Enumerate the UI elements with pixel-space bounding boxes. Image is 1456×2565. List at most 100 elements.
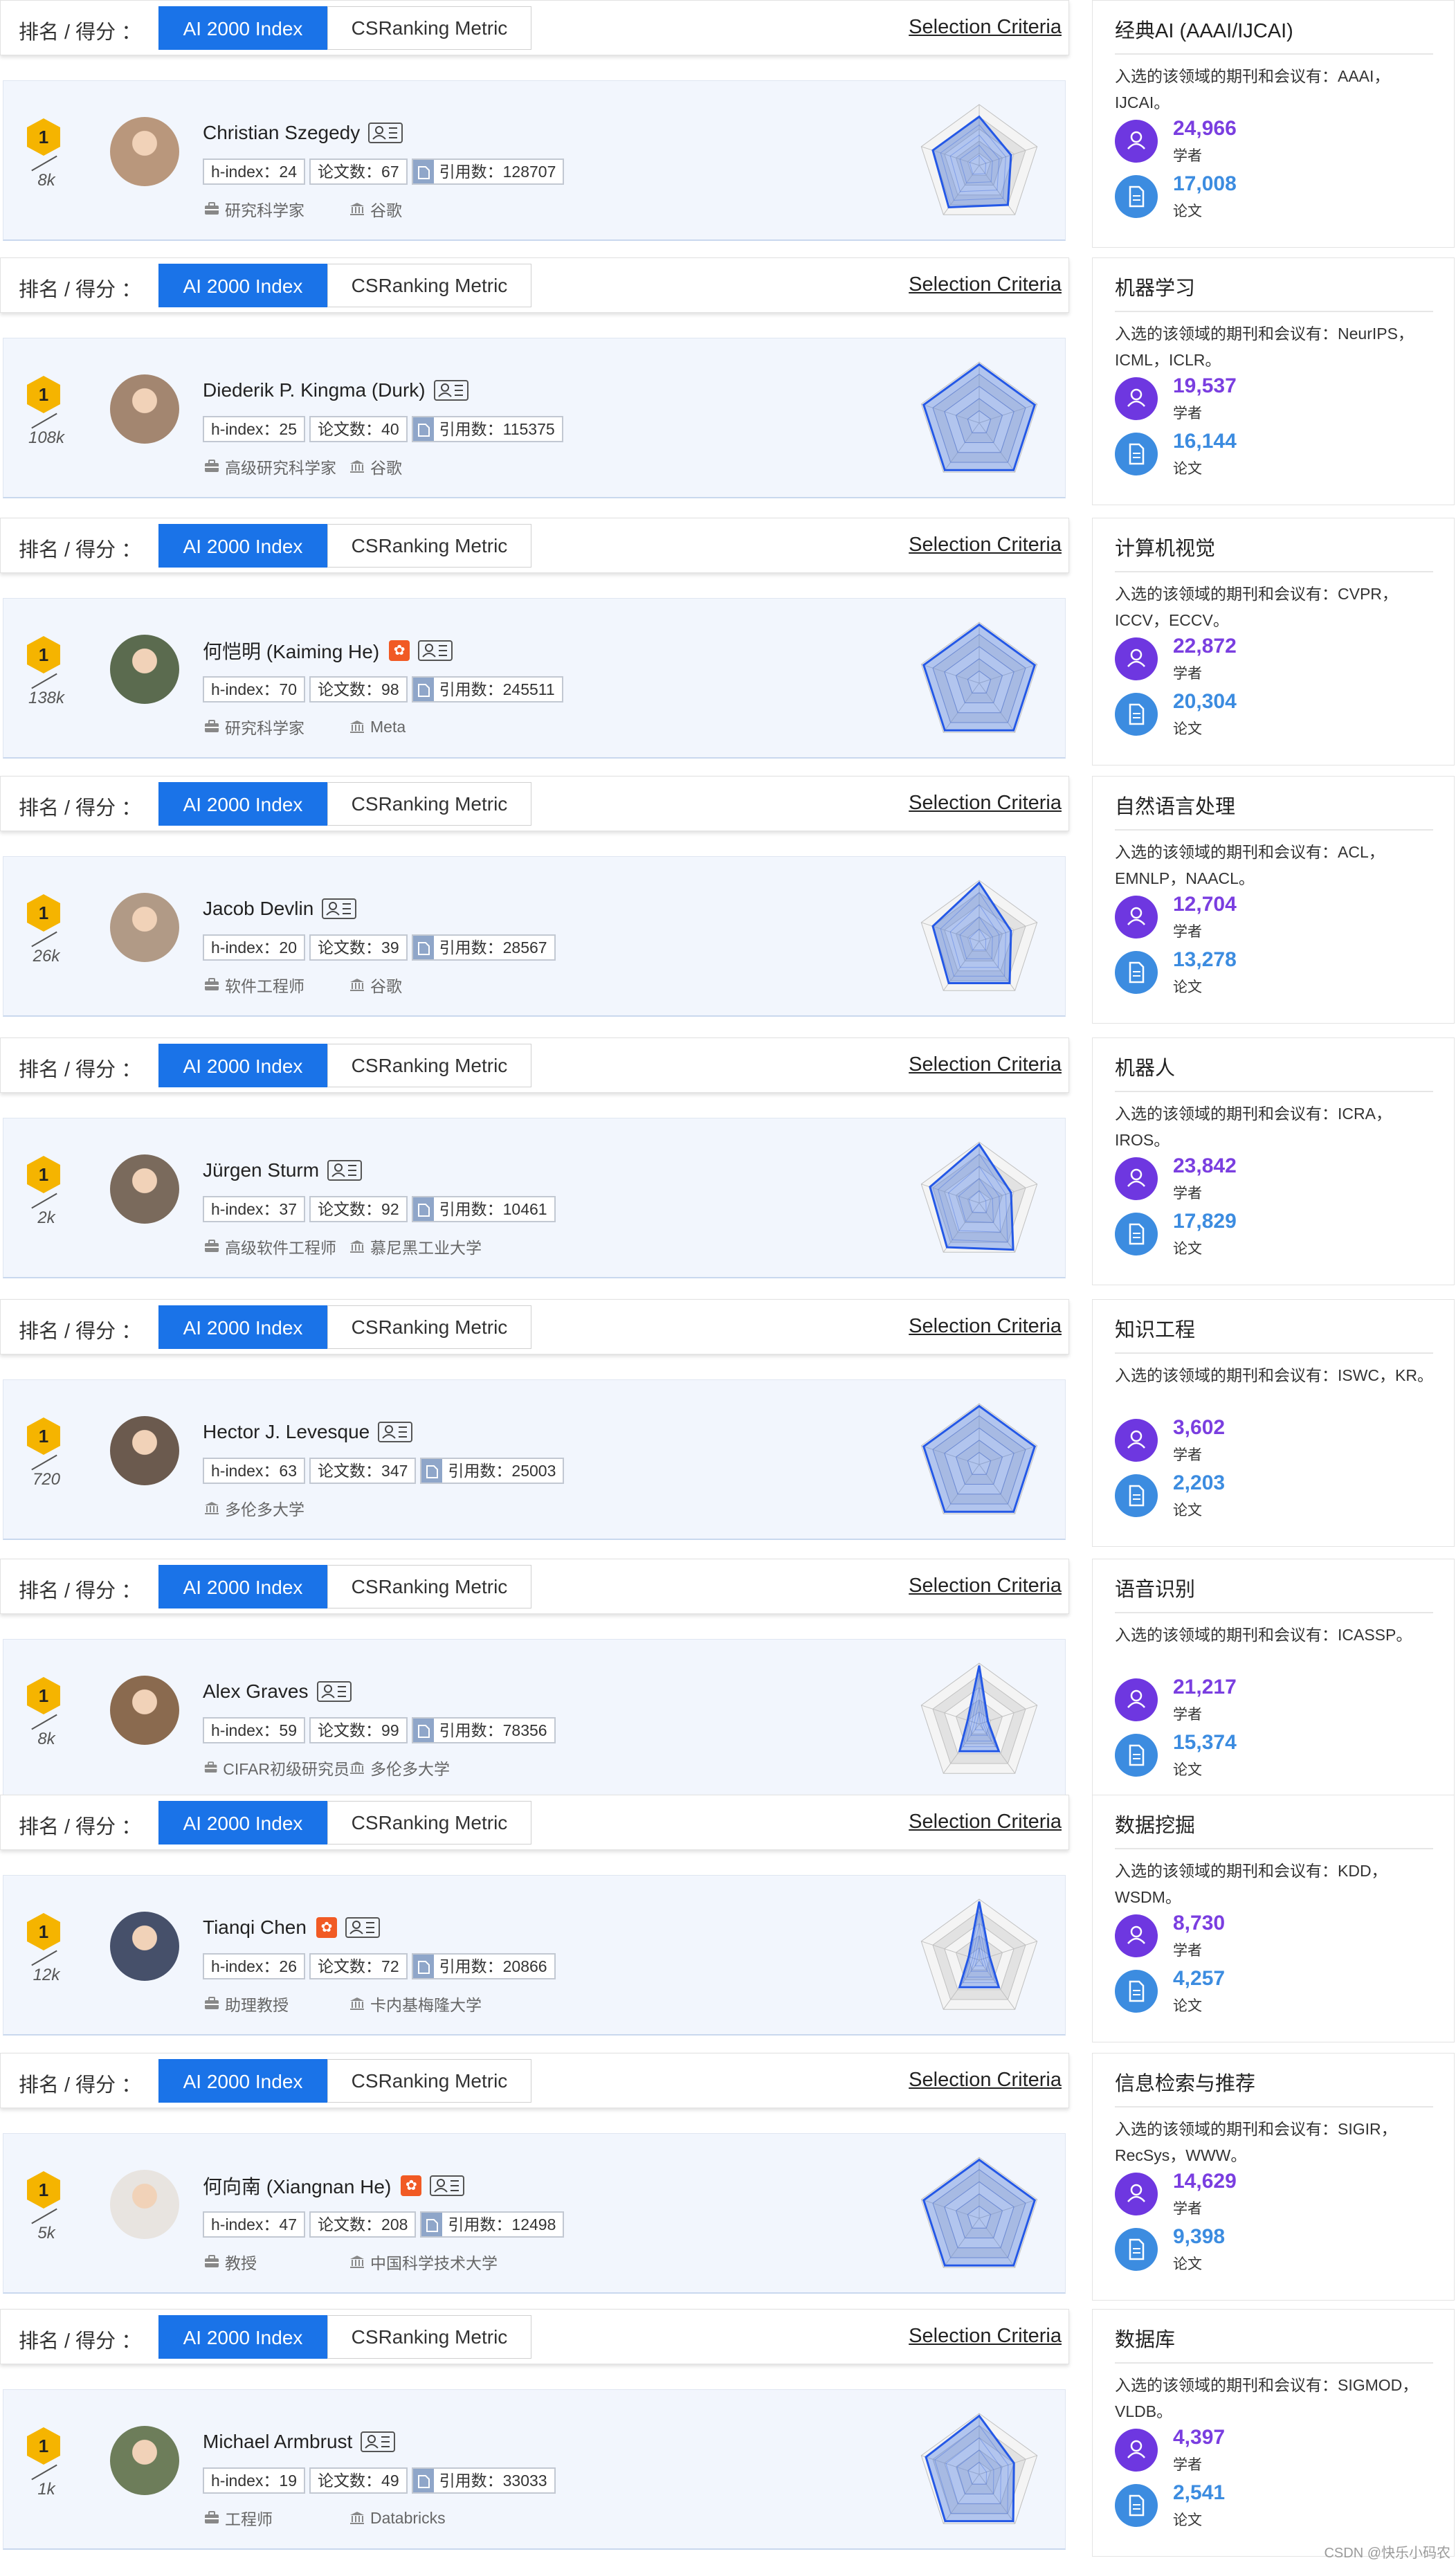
profile-card-icon[interactable]	[361, 2431, 396, 2452]
tab-csranking-metric[interactable]: CSRanking Metric	[327, 6, 531, 50]
profile-card-icon[interactable]	[316, 1681, 352, 1702]
tab-ai2000-index[interactable]: AI 2000 Index	[158, 1305, 327, 1349]
profile-card-icon[interactable]	[327, 1160, 363, 1181]
avatar[interactable]	[110, 893, 179, 962]
scholar-name[interactable]: 何向南 (Xiangnan He)	[203, 2172, 391, 2200]
scholar-name[interactable]: Michael Armbrust	[203, 2431, 352, 2453]
domain-card[interactable]: 机器学习 入选的该领域的期刊和会议有：NeurIPS，ICML，ICLR。 19,5…	[1092, 257, 1455, 505]
avatar[interactable]	[110, 635, 179, 704]
scholar-name[interactable]: 何恺明 (Kaiming He)	[203, 637, 379, 664]
tab-ai2000-index[interactable]: AI 2000 Index	[158, 6, 327, 50]
scholar-count: 23,842 学者	[1115, 1154, 1322, 1206]
profile-card-icon[interactable]	[322, 898, 357, 919]
selection-criteria-link[interactable]: Selection Criteria	[909, 2325, 1062, 2348]
profile-card-icon[interactable]	[378, 1422, 413, 1442]
scholar-card[interactable]: 1 12k Tianqi Chen ✿ h-index：26 论文数：72 引用数：2086…	[3, 1875, 1066, 2036]
citation-count-stat: 引用数：33033	[411, 2467, 556, 2494]
selection-criteria-link[interactable]: Selection Criteria	[909, 792, 1062, 815]
scholar-count-label: 学者	[1173, 1447, 1202, 1463]
paper-icon	[1115, 693, 1158, 736]
avatar[interactable]	[110, 1154, 179, 1224]
tab-ai2000-index[interactable]: AI 2000 Index	[158, 1044, 327, 1087]
avatar[interactable]	[110, 2426, 179, 2495]
tab-csranking-metric[interactable]: CSRanking Metric	[327, 2315, 531, 2359]
ranking-tabbar: 排名 / 得分 ： AI 2000 Index CSRanking Metric Se…	[0, 2309, 1069, 2364]
domain-card[interactable]: 语音识别 入选的该领域的期刊和会议有：ICASSP。 21,217 学者 15,374 论…	[1092, 1559, 1455, 1806]
paper-count-label: 论文	[1173, 1762, 1202, 1778]
scholar-card[interactable]: 1 8k Christian Szegedy h-index：24 论文数：67 引用数：…	[3, 80, 1066, 241]
tab-ai2000-index[interactable]: AI 2000 Index	[158, 1565, 327, 1608]
avatar[interactable]	[110, 374, 179, 444]
scholar-name[interactable]: Tianqi Chen	[203, 1916, 307, 1939]
tab-ai2000-index[interactable]: AI 2000 Index	[158, 264, 327, 307]
avatar[interactable]	[110, 2170, 179, 2239]
tab-csranking-metric[interactable]: CSRanking Metric	[327, 1565, 531, 1608]
scholar-card[interactable]: 1 26k Jacob Devlin h-index：20 论文数：39 引用数：2856…	[3, 856, 1066, 1017]
scholar-name[interactable]: Diederik P. Kingma (Durk)	[203, 379, 426, 401]
avatar[interactable]	[110, 1676, 179, 1745]
tab-ai2000-index[interactable]: AI 2000 Index	[158, 524, 327, 568]
tab-csranking-metric[interactable]: CSRanking Metric	[327, 1044, 531, 1087]
scholar-card[interactable]: 1 1k Michael Armbrust h-index：19 论文数：49 引用数：3…	[3, 2389, 1066, 2550]
avatar[interactable]	[110, 117, 179, 186]
rank-score-label: 排名 / 得分 ：	[19, 797, 142, 819]
scholar-count: 3,602 学者	[1115, 1416, 1322, 1467]
profile-card-icon[interactable]	[418, 640, 453, 661]
profile-card-icon[interactable]	[345, 1917, 380, 1938]
rank-number: 1	[38, 903, 49, 923]
selection-criteria-link[interactable]: Selection Criteria	[909, 1053, 1062, 1076]
scholar-card[interactable]: 1 5k 何向南 (Xiangnan He) ✿ h-index：47 论文数：208 引用…	[3, 2133, 1066, 2294]
paper-icon	[1115, 1970, 1158, 2013]
scholar-name[interactable]: Jacob Devlin	[203, 898, 313, 920]
domain-card[interactable]: 计算机视觉 入选的该领域的期刊和会议有：CVPR，ICCV，ECCV。 22,872…	[1092, 518, 1455, 765]
domain-divider	[1115, 311, 1433, 312]
scholar-count-label: 学者	[1173, 2201, 1202, 2217]
profile-card-icon[interactable]	[368, 123, 403, 143]
domain-card[interactable]: 数据挖掘 入选的该领域的期刊和会议有：KDD，WSDM。 8,730 学者 4,257 论…	[1092, 1795, 1455, 2042]
tab-ai2000-index[interactable]: AI 2000 Index	[158, 1801, 327, 1845]
selection-criteria-link[interactable]: Selection Criteria	[909, 16, 1062, 39]
domain-card[interactable]: 自然语言处理 入选的该领域的期刊和会议有：ACL，EMNLP，NAACL。 12,7…	[1092, 776, 1455, 1024]
scholar-card[interactable]: 1 2k Jürgen Sturm h-index：37 论文数：92 引用数：10461…	[3, 1118, 1066, 1278]
scholar-card[interactable]: 1 138k 何恺明 (Kaiming He) ✿ h-index：70 论文数：98 引用…	[3, 598, 1066, 759]
selection-criteria-link[interactable]: Selection Criteria	[909, 1575, 1062, 1597]
tab-csranking-metric[interactable]: CSRanking Metric	[327, 1305, 531, 1349]
profile-card-icon[interactable]	[433, 380, 468, 401]
tab-ai2000-index[interactable]: AI 2000 Index	[158, 782, 327, 826]
domain-card[interactable]: 经典AI (AAAI/IJCAI) 入选的该领域的期刊和会议有：AAAI，IJCA…	[1092, 0, 1455, 248]
citation-icon	[412, 160, 434, 183]
scholar-count-value: 4,397	[1173, 2426, 1226, 2449]
tab-csranking-metric[interactable]: CSRanking Metric	[327, 524, 531, 568]
scholar-name[interactable]: Hector J. Levesque	[203, 1421, 370, 1443]
domain-card[interactable]: 信息检索与推荐 入选的该领域的期刊和会议有：SIGIR，RecSys，WWW。 14…	[1092, 2053, 1455, 2301]
tab-csranking-metric[interactable]: CSRanking Metric	[327, 782, 531, 826]
selection-criteria-link[interactable]: Selection Criteria	[909, 273, 1062, 296]
selection-criteria-link[interactable]: Selection Criteria	[909, 1315, 1062, 1338]
scholar-card[interactable]: 1 8k Alex Graves h-index：59 论文数：99 引用数：78356 C…	[3, 1639, 1066, 1800]
profile-card-icon[interactable]	[430, 2175, 465, 2196]
citation-icon	[412, 2469, 434, 2492]
tab-ai2000-index[interactable]: AI 2000 Index	[158, 2315, 327, 2359]
tab-csranking-metric[interactable]: CSRanking Metric	[327, 2059, 531, 2103]
paper-count: 2,541 论文	[1115, 2481, 1322, 2532]
avatar[interactable]	[110, 1416, 179, 1485]
scholar-card[interactable]: 1 720 Hector J. Levesque h-index：63 论文数：347 引…	[3, 1379, 1066, 1540]
avatar[interactable]	[110, 1912, 179, 1981]
selection-criteria-link[interactable]: Selection Criteria	[909, 2069, 1062, 2092]
tab-csranking-metric[interactable]: CSRanking Metric	[327, 1801, 531, 1845]
ranking-tabbar: 排名 / 得分 ： AI 2000 Index CSRanking Metric Se…	[0, 776, 1069, 831]
domain-card[interactable]: 机器人 入选的该领域的期刊和会议有：ICRA，IROS。 23,842 学者 17,82…	[1092, 1037, 1455, 1285]
scholar-count-label: 学者	[1173, 666, 1202, 682]
domain-card[interactable]: 数据库 入选的该领域的期刊和会议有：SIGMOD，VLDB。 4,397 学者 2,54…	[1092, 2309, 1455, 2557]
scholar-name[interactable]: Alex Graves	[203, 1680, 309, 1703]
selection-criteria-link[interactable]: Selection Criteria	[909, 534, 1062, 556]
paper-count-stat: 论文数：40	[309, 416, 408, 442]
scholar-card[interactable]: 1 108k Diederik P. Kingma (Durk) h-index：25…	[3, 338, 1066, 498]
scholar-name[interactable]: Jürgen Sturm	[203, 1159, 319, 1181]
scholar-name[interactable]: Christian Szegedy	[203, 122, 360, 144]
tab-ai2000-index[interactable]: AI 2000 Index	[158, 2059, 327, 2103]
tab-csranking-metric[interactable]: CSRanking Metric	[327, 264, 531, 307]
domain-card[interactable]: 知识工程 入选的该领域的期刊和会议有：ISWC，KR。 3,602 学者 2,203 论文	[1092, 1299, 1455, 1547]
paper-icon	[1115, 2228, 1158, 2271]
selection-criteria-link[interactable]: Selection Criteria	[909, 1811, 1062, 1833]
